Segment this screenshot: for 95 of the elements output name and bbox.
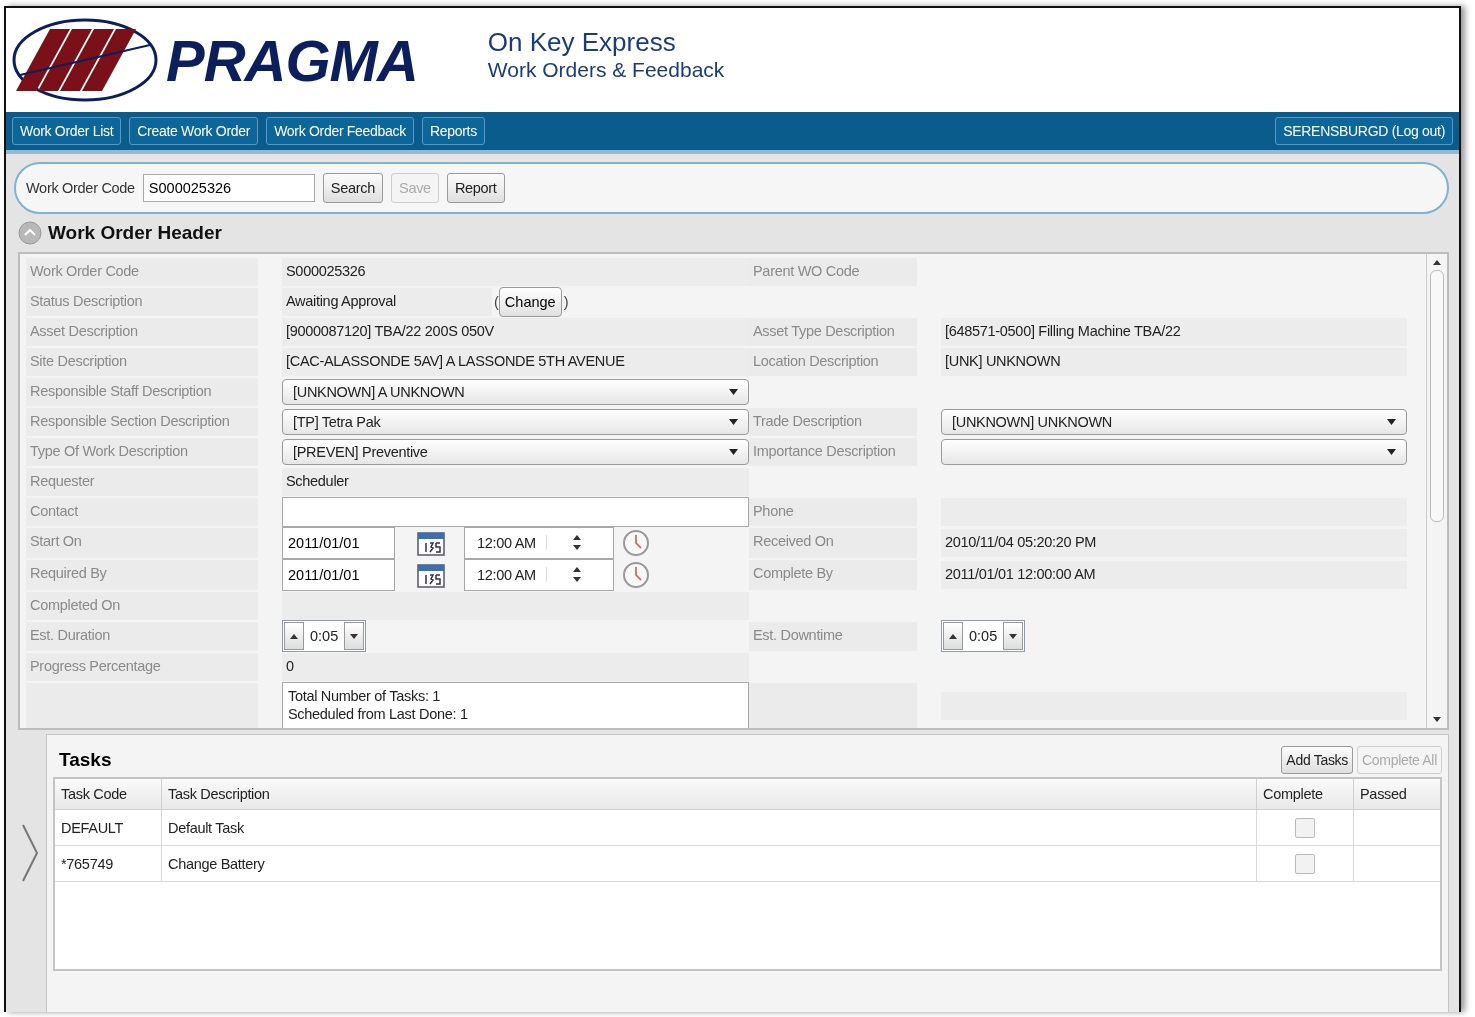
table-cell: *765749: [54, 845, 162, 882]
field-label: Parent WO Code: [752, 262, 861, 281]
caret-icon: [1387, 419, 1396, 425]
field-label: Site Description: [29, 352, 128, 371]
up-arrow-icon: [573, 535, 581, 541]
field-label: Responsible Staff Description: [29, 382, 213, 401]
field-label: Est. Duration: [29, 625, 111, 645]
app-subtitle: Work Orders & Feedback: [487, 57, 725, 82]
time-field[interactable]: 12:00 AM: [464, 558, 614, 591]
date-field[interactable]: 2011/01/01: [282, 526, 395, 559]
time-field[interactable]: 12:00 AM: [464, 526, 614, 559]
column-header[interactable]: Task Code: [54, 778, 162, 810]
brand-name: PRAGMA: [166, 26, 418, 94]
field-value: 0: [282, 653, 749, 682]
scrollbar[interactable]: [1426, 254, 1447, 728]
field-value: 2011/01/01 12:00:00 AM: [941, 560, 1407, 589]
dropdown[interactable]: [UNKNOWN] UNKNOWN: [941, 409, 1407, 435]
nav-button[interactable]: Work Order Feedback: [266, 117, 414, 145]
field-label: Importance Description: [752, 442, 897, 461]
field-label: Required By: [29, 563, 108, 583]
field-value: [CAC-ALASSONDE 5AV] A LASSONDE 5TH AVENUE: [282, 348, 749, 376]
table-cell: Default Task: [161, 809, 1257, 846]
duration-spinner[interactable]: 0:05: [282, 620, 367, 653]
tasks-title: Tasks: [58, 749, 112, 771]
field-value: 2010/11/04 05:20:20 PM: [941, 528, 1407, 557]
column-header[interactable]: Passed: [1353, 778, 1441, 810]
toolbar-button[interactable]: Search: [322, 173, 383, 203]
down-arrow-icon: [1009, 633, 1018, 639]
clock-icon[interactable]: [622, 528, 650, 557]
up-arrow-icon: [1433, 260, 1441, 265]
code-field[interactable]: S000025326: [142, 174, 315, 202]
field-value: [9000087120] TBA/22 200S 050V: [282, 318, 749, 346]
down-arrow-icon: [573, 545, 581, 551]
clock-icon[interactable]: [622, 560, 650, 589]
logout-link[interactable]: SERENSBURGD (Log out): [1275, 117, 1453, 145]
field-value: S000025326: [282, 258, 749, 286]
field-label: Work Order Code: [29, 262, 140, 281]
column-header[interactable]: Complete: [1256, 778, 1354, 810]
field-label: Contact: [29, 502, 79, 521]
app-title: On Key Express: [487, 26, 677, 58]
table-cell: Change Battery: [161, 845, 1257, 882]
caret-icon: [729, 419, 738, 425]
collapse-icon[interactable]: [18, 221, 42, 245]
change-button[interactable]: Change: [498, 287, 562, 317]
field-label: Trade Description: [752, 412, 863, 431]
checkbox[interactable]: [1295, 853, 1315, 874]
field-label: Est. Downtime: [752, 625, 844, 645]
caret-icon: [729, 449, 738, 455]
field-label: Completed On: [29, 595, 121, 615]
nav-button[interactable]: Create Work Order: [129, 117, 259, 145]
dropdown[interactable]: [PREVEN] Preventive: [282, 439, 749, 465]
up-arrow-icon: [573, 567, 581, 573]
field-label: Status Description: [29, 292, 144, 311]
toolbar-button[interactable]: Report: [446, 173, 505, 203]
nav-button[interactable]: Work Order List: [12, 117, 122, 145]
dropdown[interactable]: [TP] Tetra Pak: [282, 409, 749, 435]
task-summary: Total Number of Tasks: 1 Scheduled from Last Done: 1: [282, 681, 749, 728]
field-label: Location Description: [752, 352, 880, 371]
field-label: Work Order Code: [26, 180, 135, 196]
calendar-icon[interactable]: [417, 561, 445, 588]
up-arrow-icon: [949, 633, 957, 639]
field-value: Scheduler: [282, 468, 749, 496]
field-label: Progress Percentage: [29, 657, 162, 677]
column-header[interactable]: Task Description: [161, 778, 1257, 810]
field-label: Responsible Section Description: [29, 412, 231, 431]
field-value: [UNK] UNKNOWN: [941, 348, 1407, 376]
down-arrow-icon: [350, 633, 359, 639]
field-label: Complete By: [752, 563, 834, 583]
down-arrow-icon: [573, 577, 581, 583]
checkbox[interactable]: [1295, 817, 1315, 838]
section-title: Work Order Header: [48, 222, 222, 244]
parenthesis: (: [494, 294, 499, 310]
date-field[interactable]: 2011/01/01: [282, 558, 395, 591]
caret-icon: [729, 389, 738, 395]
field-label: Received On: [752, 532, 835, 551]
table-cell: DEFAULT: [54, 809, 162, 846]
field-value: Awaiting Approval: [282, 288, 492, 316]
field-value: [648571-0500] Filling Machine TBA/22: [941, 318, 1407, 346]
field-label: Type Of Work Description: [29, 442, 189, 461]
calendar-icon[interactable]: [417, 529, 445, 556]
field-label: Requester: [29, 472, 96, 491]
dropdown[interactable]: [UNKNOWN] A UNKNOWN: [282, 379, 749, 405]
field-label: Asset Description: [29, 322, 139, 341]
dropdown[interactable]: [941, 439, 1407, 465]
task-button[interactable]: Add Tasks: [1281, 746, 1353, 774]
down-arrow-icon: [1433, 717, 1441, 722]
parenthesis: ): [563, 294, 569, 310]
nav-button[interactable]: Reports: [421, 117, 485, 145]
field-label: Asset Type Description: [752, 322, 896, 341]
field-label: Start On: [29, 532, 83, 551]
caret-icon: [1387, 449, 1396, 455]
field-label: Phone: [752, 502, 795, 521]
duration-spinner[interactable]: 0:05: [941, 620, 1026, 653]
input-field[interactable]: [282, 497, 749, 527]
up-arrow-icon: [290, 633, 298, 639]
